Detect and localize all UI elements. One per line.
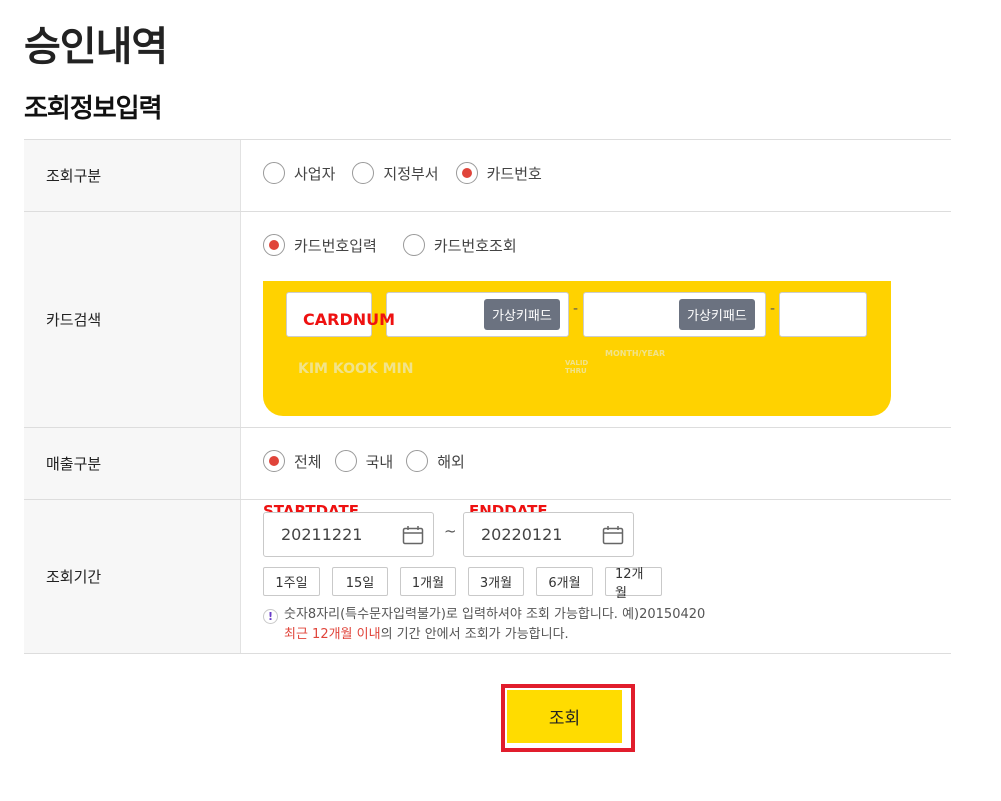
card-search-label: 카드검색 [24,212,241,427]
search-button[interactable]: 조회 [507,690,622,743]
radio-card-lookup[interactable]: 카드번호조회 [402,234,517,256]
card-holder-name: KIM KOOK MIN [298,361,414,377]
radio-circle[interactable] [402,234,425,256]
card-number-field-3[interactable]: 가상키패드 [583,292,766,337]
period-3months-button[interactable]: 3개월 [468,567,524,596]
period-6months-button[interactable]: 6개월 [536,567,593,596]
cardnum-overlay-label: CARDNUM [303,310,396,329]
radio-domestic[interactable]: 국내 [334,450,393,472]
notice-line-2: 의 기간 안에서 조회가 가능합니다. [380,627,569,642]
row-sales-type: 매출구분 전체 국내 해외 [24,428,951,500]
card-dash: - [573,301,579,317]
card-dash: - [770,301,776,317]
card-visual: 가상키패드 - 가상키패드 - CARDNUM KIM KOOK MIN VAL… [263,281,891,416]
radio-card-number[interactable]: 카드번호 [455,162,542,184]
notice-highlight: 최근 12개월 이내 [284,627,381,642]
inquiry-type-label: 조회구분 [24,140,241,211]
radio-circle[interactable] [455,162,478,184]
calendar-icon[interactable] [402,525,424,545]
period-buttons: 1주일 15일 1개월 3개월 6개월 12개월 [263,567,674,601]
virtual-keypad-button-2[interactable]: 가상키패드 [679,299,755,330]
calendar-icon[interactable] [602,525,624,545]
month-year-label: MONTH/YEAR [605,349,666,358]
end-date-input[interactable]: 20220121 [463,512,634,557]
end-date-value: 20220121 [481,525,563,544]
radio-circle[interactable] [406,450,429,472]
section-title: 조회정보입력 [24,94,163,124]
period-1week-button[interactable]: 1주일 [263,567,320,596]
notice-line-1: 숫자8자리(특수문자입력불가)로 입력하셔야 조회 가능합니다. 예)20150… [284,607,706,622]
start-date-input[interactable]: 20211221 [263,512,434,557]
radio-all[interactable]: 전체 [263,450,322,472]
card-number-field-4[interactable] [779,292,867,337]
radio-circle[interactable] [263,450,285,472]
radio-circle[interactable] [263,162,285,184]
valid-thru-label: VALID THRU [565,359,589,375]
period-15days-button[interactable]: 15일 [332,567,388,596]
card-number-field-2[interactable]: 가상키패드 [386,292,569,337]
radio-circle[interactable] [263,234,285,256]
radio-department[interactable]: 지정부서 [352,162,439,184]
page-title: 승인내역 [24,24,168,70]
start-date-value: 20211221 [281,525,363,544]
radio-circle[interactable] [334,450,357,472]
row-inquiry-type: 조회구분 사업자 지정부서 카드번호 [24,140,951,212]
radio-card-input[interactable]: 카드번호입력 [263,234,377,256]
radio-business[interactable]: 사업자 [263,162,335,184]
period-notice: ! 숫자8자리(특수문자입력불가)로 입력하셔야 조회 가능합니다. 예)2015… [263,605,705,645]
period-12months-button[interactable]: 12개월 [605,567,662,601]
virtual-keypad-button-1[interactable]: 가상키패드 [484,299,560,330]
period-1month-button[interactable]: 1개월 [400,567,456,596]
info-icon: ! [263,609,278,624]
row-period: 조회기간 STARTDATE ENDDATE 20211221 ~ 202201… [24,500,951,654]
radio-overseas[interactable]: 해외 [406,450,465,472]
period-label: 조회기간 [24,500,241,653]
row-card-search: 카드검색 카드번호입력 카드번호조회 가상키패드 - 가상키패드 - CARDN… [24,212,951,428]
date-range-separator: ~ [444,522,457,540]
inquiry-form: 조회구분 사업자 지정부서 카드번호 카드검색 카드번호입력 카드번호조회 가상… [24,139,951,654]
radio-circle[interactable] [352,162,375,184]
sales-type-label: 매출구분 [24,428,241,499]
